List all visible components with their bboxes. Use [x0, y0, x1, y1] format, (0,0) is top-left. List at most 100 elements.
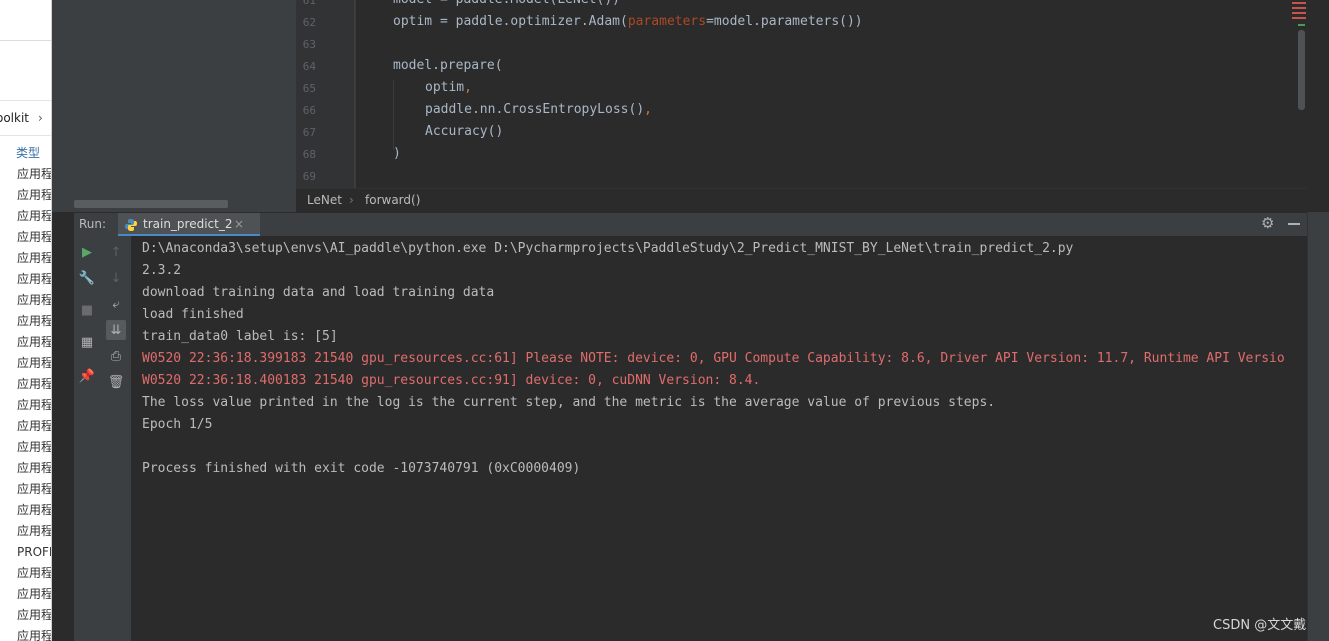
run-toolbar-secondary: ↑ ↓ ⤶ ⇊ ⎙ 🗑	[101, 236, 132, 641]
explorer-item[interactable]: 应用程	[17, 480, 51, 501]
explorer-item[interactable]: 应用程	[17, 270, 51, 291]
code-line: Accuracy()	[425, 124, 503, 139]
soft-wrap-icon[interactable]: ⤶	[106, 294, 126, 314]
code-line: model = paddle.Model(LeNet())	[393, 0, 620, 7]
run-tool-window-header: Run: train_predict_2 ×	[74, 212, 1307, 238]
line-number: 65	[302, 82, 316, 95]
gear-icon[interactable]: ⚙	[1261, 216, 1275, 231]
line-number: 64	[302, 60, 316, 73]
code-keyword-arg: parameters	[627, 14, 707, 29]
tab-label: train_predict_2	[143, 217, 233, 231]
python-icon	[125, 219, 137, 231]
scroll-to-end-icon[interactable]: ⇊	[106, 320, 126, 340]
breadcrumb-class[interactable]: LeNet	[307, 189, 342, 211]
code-punctuation: ,	[644, 102, 652, 117]
explorer-item[interactable]: 应用程	[17, 396, 51, 417]
console-line: The loss value printed in the log is the…	[142, 395, 996, 410]
explorer-item[interactable]: 应用程	[17, 228, 51, 249]
explorer-item[interactable]: 应用程	[17, 459, 51, 480]
error-stripe-marker-icon[interactable]	[1292, 2, 1306, 22]
console-line: Epoch 1/5	[142, 417, 213, 432]
watermark: CSDN @文文戴	[1213, 618, 1307, 633]
layout-icon[interactable]: ▦	[77, 332, 97, 352]
line-number: 69	[302, 170, 316, 183]
explorer-breadcrumb[interactable]: oolkit ›	[0, 100, 51, 136]
project-horizontal-scrollbar[interactable]	[74, 200, 228, 208]
run-title: Run:	[79, 217, 107, 231]
explorer-item[interactable]: 应用程	[17, 501, 51, 522]
run-icon[interactable]: ▶	[77, 242, 97, 262]
console-line: 2.3.2	[142, 263, 182, 278]
project-panel	[74, 0, 296, 212]
breadcrumb-separator: ›	[349, 193, 354, 207]
explorer-item[interactable]: 应用程	[17, 354, 51, 375]
indent-guide	[355, 0, 356, 188]
explorer-item[interactable]: 应用程	[17, 417, 51, 438]
console-line: train_data0 label is: [5]	[142, 329, 338, 344]
code-line: model.prepare(	[393, 58, 503, 73]
print-icon[interactable]: ⎙	[106, 346, 126, 366]
editor-breadcrumb: LeNet › forward()	[296, 188, 1307, 213]
explorer-item[interactable]: 应用程	[17, 291, 51, 312]
arrow-down-icon[interactable]: ↓	[106, 268, 126, 288]
arrow-up-icon[interactable]: ↑	[106, 242, 126, 262]
console-error-line: W0520 22:36:18.399183 21540 gpu_resource…	[142, 351, 1285, 366]
close-icon[interactable]: ×	[234, 217, 244, 231]
code-text: model.prepare(	[393, 58, 503, 73]
right-tool-strip	[1307, 212, 1329, 641]
breadcrumb-method[interactable]: forward()	[365, 189, 420, 211]
code-text: optim	[425, 80, 465, 95]
chevron-right-icon: ›	[38, 111, 43, 125]
minimize-icon[interactable]	[1288, 223, 1300, 225]
explorer-item[interactable]: 应用程	[17, 375, 51, 396]
indent-guide	[393, 80, 394, 150]
code-text: paddle.nn.CrossEntropyLoss()	[425, 102, 645, 117]
stop-icon[interactable]: ■	[77, 300, 97, 320]
explorer-divider	[0, 40, 51, 41]
editor-scrollbar-thumb[interactable]	[1298, 30, 1305, 110]
explorer-item[interactable]: 应用程	[17, 585, 51, 606]
line-number: 68	[302, 148, 316, 161]
line-number: 66	[302, 104, 316, 117]
explorer-item[interactable]: 应用程	[17, 333, 51, 354]
pin-icon[interactable]: 📌	[77, 366, 97, 386]
explorer-item[interactable]: 应用程	[17, 438, 51, 459]
run-toolbar-primary: ▶ 🔧 ■ ▦ 📌	[74, 236, 102, 641]
code-text: optim = paddle.optimizer.Adam(	[393, 14, 628, 29]
console-line: D:\Anaconda3\setup\envs\AI_paddle\python…	[142, 241, 1074, 256]
code-text: Accuracy()	[425, 124, 504, 139]
trash-icon[interactable]: 🗑	[106, 372, 126, 392]
explorer-item[interactable]: 应用程	[17, 564, 51, 585]
explorer-list: 应用程 应用程 应用程 应用程 应用程 应用程 应用程 应用程 应用程 应用程 应用程 应用程 应用程应…	[17, 165, 51, 641]
code-line: optim = paddle.optimizer.Adam(parameters…	[393, 14, 863, 29]
console-line: Process finished with exit code -1073740…	[142, 461, 581, 476]
code-text: )	[393, 146, 401, 161]
code-editor[interactable]: 61 model = paddle.Model(LeNet()) 62 optim =…	[296, 0, 1307, 188]
run-console-output[interactable]: D:\Anaconda3\setup\envs\AI_paddle\python…	[131, 236, 1307, 641]
code-punctuation: ,	[464, 80, 472, 95]
column-header-type[interactable]: 类型	[16, 144, 40, 161]
code-line: )	[393, 146, 401, 161]
code-line: paddle.nn.CrossEntropyLoss(),	[425, 102, 652, 117]
explorer-item[interactable]: 应用程	[17, 627, 51, 641]
wrench-icon[interactable]: 🔧	[77, 268, 97, 288]
explorer-item[interactable]: PROFI	[17, 543, 51, 564]
change-marker	[1298, 24, 1305, 26]
explorer-item[interactable]: 应用程	[17, 186, 51, 207]
explorer-item[interactable]: 应用程	[17, 165, 51, 186]
file-explorer-panel: oolkit › 类型 应用程应用程应用程应用程应用程应用程应用程应用程应用程应…	[0, 0, 52, 641]
console-line: load finished	[142, 307, 244, 322]
explorer-item[interactable]: 应用程	[17, 312, 51, 333]
explorer-item[interactable]: 应用程	[17, 207, 51, 228]
line-number: 63	[302, 38, 316, 51]
console-error-line: W0520 22:36:18.400183 21540 gpu_resource…	[142, 373, 761, 388]
explorer-item[interactable]: 应用程	[17, 606, 51, 627]
tab-train-predict-2[interactable]: train_predict_2 ×	[118, 213, 260, 237]
explorer-item[interactable]: 应用程	[17, 522, 51, 543]
editor-right-margin	[1307, 0, 1329, 212]
project-tool-strip	[52, 0, 75, 212]
line-number: 61	[302, 0, 316, 7]
code-text: =model.parameters())	[706, 14, 863, 29]
line-number: 62	[302, 16, 316, 29]
explorer-item[interactable]: 应用程	[17, 249, 51, 270]
